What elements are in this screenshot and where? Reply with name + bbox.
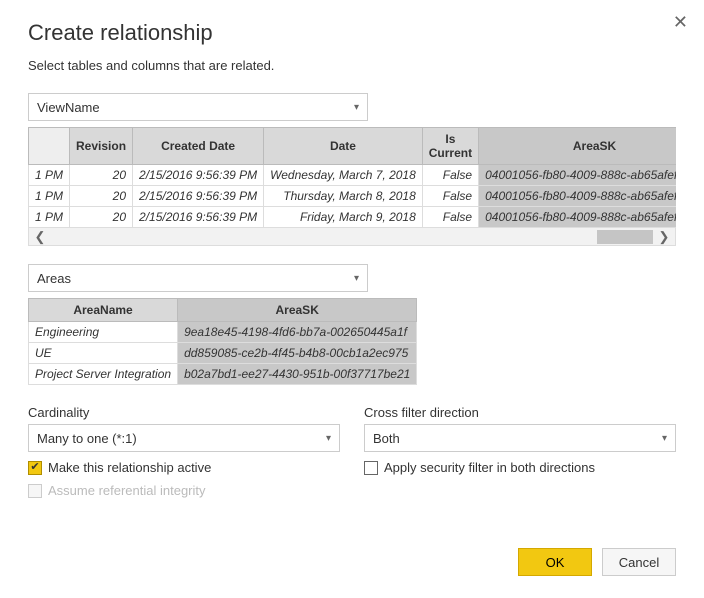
cell: 04001056-fb80-4009-888c-ab65afef1adb (479, 186, 676, 207)
cell: UE (29, 343, 178, 364)
scroll-right-icon[interactable]: ❯ (653, 229, 675, 245)
cell: False (422, 207, 478, 228)
scroll-thumb[interactable] (597, 230, 653, 244)
table-row[interactable]: Engineering 9ea18e45-4198-4fd6-bb7a-0026… (29, 322, 417, 343)
cell: Project Server Integration (29, 364, 178, 385)
table1-header-row: Revision Created Date Date Is Current Ar… (29, 128, 677, 165)
cardinality-dropdown[interactable]: Many to one (*:1) ▾ (28, 424, 340, 452)
security-checkbox[interactable] (364, 461, 378, 475)
table1-header-is-current[interactable]: Is Current (422, 128, 478, 165)
cell: dd859085-ce2b-4f45-b4b8-00cb1a2ec975 (178, 343, 417, 364)
table1-header-date[interactable]: Date (264, 128, 423, 165)
crossfilter-value: Both (373, 431, 400, 446)
cell: 04001056-fb80-4009-888c-ab65afef1adb (479, 207, 676, 228)
active-checkbox[interactable]: ✔ (28, 461, 42, 475)
cell: Wednesday, March 7, 2018 (264, 165, 423, 186)
security-checkbox-row[interactable]: Apply security filter in both directions (364, 460, 676, 475)
cell: Friday, March 9, 2018 (264, 207, 423, 228)
table-row[interactable]: 1 PM 20 2/15/2016 9:56:39 PM Friday, Mar… (29, 207, 677, 228)
table1-header-areask[interactable]: AreaSK (479, 128, 676, 165)
table1-header-revision[interactable]: Revision (70, 128, 133, 165)
close-button[interactable]: ✕ (673, 12, 688, 33)
table-row[interactable]: 1 PM 20 2/15/2016 9:56:39 PM Thursday, M… (29, 186, 677, 207)
scroll-left-icon[interactable]: ❮ (29, 229, 51, 245)
table1: Revision Created Date Date Is Current Ar… (28, 127, 676, 228)
cell: 2/15/2016 9:56:39 PM (133, 165, 264, 186)
table1-scrollbar[interactable]: ❮ ❯ (28, 228, 676, 246)
table1-header-blank (29, 128, 70, 165)
security-checkbox-label: Apply security filter in both directions (384, 460, 595, 475)
dialog-subtitle: Select tables and columns that are relat… (28, 58, 676, 73)
chevron-down-icon: ▾ (354, 102, 359, 113)
chevron-down-icon: ▾ (326, 433, 331, 444)
chevron-down-icon: ▾ (354, 273, 359, 284)
cell: 1 PM (29, 186, 70, 207)
table2-dropdown-text: Areas (37, 271, 71, 286)
table1-header-created-date[interactable]: Created Date (133, 128, 264, 165)
table1-dropdown-text: ViewName (37, 100, 100, 115)
cell: 1 PM (29, 207, 70, 228)
cell: Engineering (29, 322, 178, 343)
dialog-title: Create relationship (28, 20, 676, 46)
crossfilter-dropdown[interactable]: Both ▾ (364, 424, 676, 452)
cell: 9ea18e45-4198-4fd6-bb7a-002650445a1f (178, 322, 417, 343)
integrity-checkbox-row: Assume referential integrity (28, 483, 340, 498)
cell: False (422, 186, 478, 207)
active-checkbox-label: Make this relationship active (48, 460, 211, 475)
cell: 20 (70, 207, 133, 228)
cell: 20 (70, 165, 133, 186)
ok-button[interactable]: OK (518, 548, 592, 576)
cell: False (422, 165, 478, 186)
table1-dropdown[interactable]: ViewName ▾ (28, 93, 368, 121)
crossfilter-label: Cross filter direction (364, 405, 676, 420)
table2-header-areaname[interactable]: AreaName (29, 299, 178, 322)
table2-header-row: AreaName AreaSK (29, 299, 417, 322)
cardinality-label: Cardinality (28, 405, 340, 420)
table-row[interactable]: Project Server Integration b02a7bd1-ee27… (29, 364, 417, 385)
cell: b02a7bd1-ee27-4430-951b-00f37717be21 (178, 364, 417, 385)
chevron-down-icon: ▾ (662, 433, 667, 444)
table-row[interactable]: 1 PM 20 2/15/2016 9:56:39 PM Wednesday, … (29, 165, 677, 186)
cell: 1 PM (29, 165, 70, 186)
integrity-checkbox (28, 484, 42, 498)
cell: Thursday, March 8, 2018 (264, 186, 423, 207)
table2: AreaName AreaSK Engineering 9ea18e45-419… (28, 298, 416, 385)
scroll-track[interactable] (51, 230, 653, 244)
table2-dropdown[interactable]: Areas ▾ (28, 264, 368, 292)
table2-header-areask[interactable]: AreaSK (178, 299, 417, 322)
cancel-button[interactable]: Cancel (602, 548, 676, 576)
active-checkbox-row[interactable]: ✔ Make this relationship active (28, 460, 340, 475)
table-row[interactable]: UE dd859085-ce2b-4f45-b4b8-00cb1a2ec975 (29, 343, 417, 364)
cell: 2/15/2016 9:56:39 PM (133, 207, 264, 228)
cell: 2/15/2016 9:56:39 PM (133, 186, 264, 207)
integrity-checkbox-label: Assume referential integrity (48, 483, 206, 498)
cell: 20 (70, 186, 133, 207)
cell: 04001056-fb80-4009-888c-ab65afef1adb (479, 165, 676, 186)
cardinality-value: Many to one (*:1) (37, 431, 137, 446)
